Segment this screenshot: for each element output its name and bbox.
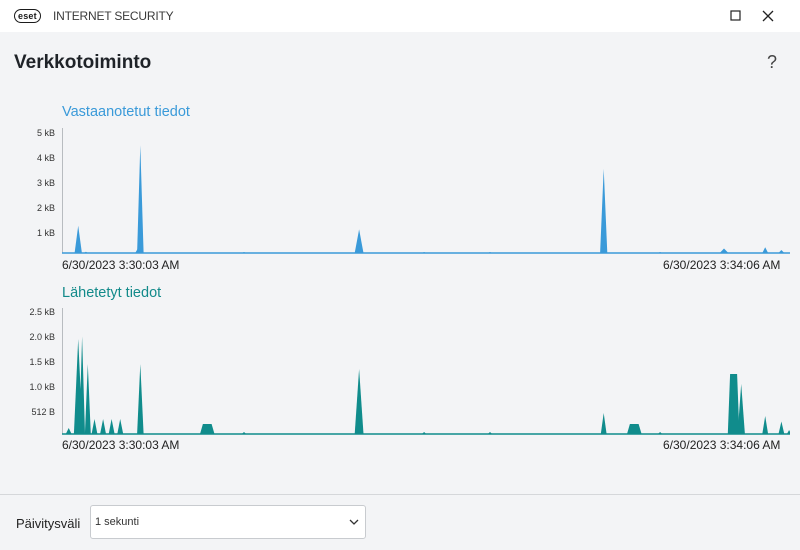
maximize-button[interactable] — [720, 0, 752, 32]
received-chart-title: Vastaanotetut tiedot — [62, 104, 190, 120]
sent-spike — [354, 369, 364, 434]
sent-spike — [84, 364, 91, 434]
sent-spike — [108, 419, 115, 434]
received-spike — [354, 229, 364, 253]
logo-badge: eset — [14, 9, 41, 23]
help-button[interactable]: ? — [760, 50, 784, 74]
received-y-tick: 5 kB — [36, 128, 55, 138]
title-bar: eset INTERNET SECURITY — [0, 0, 800, 32]
sent-spike — [137, 364, 144, 434]
update-interval-label: Päivitysväli — [16, 516, 81, 531]
sent-spike — [737, 384, 745, 434]
sent-y-tick: 512 B — [31, 407, 55, 417]
sent-chart-title: Lähetetyt tiedot — [62, 285, 162, 301]
sent-spike — [100, 419, 106, 434]
received-y-tick: 3 kB — [36, 178, 55, 188]
received-x-start-label: 6/30/2023 3:30:03 AM — [62, 258, 180, 272]
received-y-tick: 1 kB — [36, 228, 55, 238]
sent-spike — [657, 432, 663, 434]
sent-y-tick: 2.5 kB — [29, 307, 55, 317]
maximize-icon — [730, 10, 741, 21]
sent-spike — [762, 416, 769, 434]
sent-spike — [241, 432, 247, 434]
sent-y-tick: 2.0 kB — [29, 332, 55, 342]
sent-spike — [200, 424, 215, 434]
chevron-down-icon — [349, 519, 359, 525]
sent-spike — [91, 419, 98, 434]
sent-spike — [627, 424, 642, 434]
sent-spike — [421, 432, 427, 434]
page-title: Verkkotoiminto — [14, 52, 152, 73]
received-spike — [74, 225, 82, 253]
eset-logo: eset — [14, 9, 41, 23]
sent-x-start-label: 6/30/2023 3:30:03 AM — [62, 438, 180, 452]
sent-y-tick: 1.5 kB — [29, 357, 55, 367]
sent-spike — [600, 413, 607, 434]
sent-spike — [727, 374, 740, 434]
received-spike — [778, 250, 785, 253]
sent-spike — [487, 432, 493, 434]
received-spike — [137, 145, 144, 253]
sent-spike — [786, 430, 790, 434]
close-button[interactable] — [752, 0, 784, 32]
sent-x-end-label: 6/30/2023 3:34:06 AM — [663, 438, 781, 452]
sent-y-tick: 1.0 kB — [29, 382, 55, 392]
received-y-tick: 2 kB — [36, 203, 55, 213]
received-x-end-label: 6/30/2023 3:34:06 AM — [663, 258, 781, 272]
sent-spike — [778, 421, 785, 434]
update-interval-value: 1 sekunti — [95, 516, 140, 528]
sent-spike — [117, 419, 124, 434]
received-y-tick: 4 kB — [36, 153, 55, 163]
received-spike — [600, 168, 608, 253]
received-chart — [62, 128, 790, 254]
close-icon — [762, 10, 774, 22]
sent-spike — [65, 428, 72, 434]
product-name: INTERNET SECURITY — [53, 9, 174, 23]
received-spike — [762, 247, 769, 253]
update-interval-select[interactable]: 1 sekunti — [90, 505, 366, 539]
received-spike — [719, 248, 729, 253]
sent-chart — [62, 308, 790, 435]
